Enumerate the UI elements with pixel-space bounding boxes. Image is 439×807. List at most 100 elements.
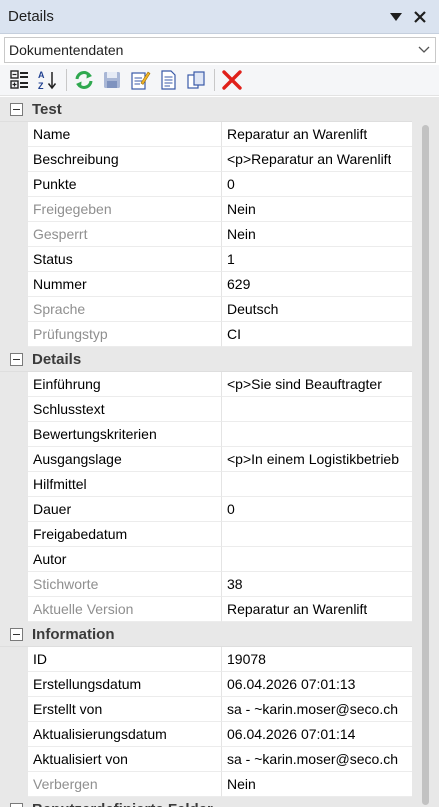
property-value[interactable]: 19078 xyxy=(222,647,412,672)
row-gutter xyxy=(0,122,28,147)
delete-button[interactable] xyxy=(220,68,244,92)
category-header[interactable]: Information xyxy=(0,622,439,647)
row-gutter xyxy=(0,297,28,322)
row-gutter xyxy=(0,722,28,747)
property-row[interactable]: Aktualisierungsdatum 06.04.2026 07:01:14 xyxy=(0,722,439,747)
property-value[interactable]: 38 xyxy=(222,572,412,597)
edit-button[interactable] xyxy=(128,68,152,92)
property-row[interactable]: Aktualisiert von sa - ~karin.moser@seco.c… xyxy=(0,747,439,772)
property-row[interactable]: Freigabedatum xyxy=(0,522,439,547)
property-value[interactable]: 0 xyxy=(222,497,412,522)
property-name: Bewertungskriterien xyxy=(28,422,222,447)
close-button[interactable] xyxy=(411,8,429,26)
property-name: Aktualisiert von xyxy=(28,747,222,772)
property-value[interactable]: 06.04.2026 07:01:13 xyxy=(222,672,412,697)
collapse-icon[interactable] xyxy=(10,802,23,807)
property-value[interactable]: Reparatur an Warenlift xyxy=(222,122,412,147)
row-gutter xyxy=(0,647,28,672)
property-value[interactable]: sa - ~karin.moser@seco.ch xyxy=(222,747,412,772)
property-row[interactable]: Einführung <p>Sie sind Beauftragter xyxy=(0,372,439,397)
vertical-scrollbar[interactable] xyxy=(412,97,439,807)
property-value[interactable]: CI xyxy=(222,322,412,347)
property-value[interactable] xyxy=(222,522,412,547)
copy-button[interactable] xyxy=(184,68,208,92)
property-name: Beschreibung xyxy=(28,147,222,172)
toolbar-separator xyxy=(66,69,67,91)
property-value[interactable]: sa - ~karin.moser@seco.ch xyxy=(222,697,412,722)
collapse-icon[interactable] xyxy=(10,627,23,641)
property-row[interactable]: Ausgangslage <p>In einem Logistikbetrieb xyxy=(0,447,439,472)
edit-icon xyxy=(131,71,151,90)
property-value[interactable]: 0 xyxy=(222,172,412,197)
row-gutter xyxy=(0,472,28,497)
property-row[interactable]: ID 19078 xyxy=(0,647,439,672)
row-gutter xyxy=(0,497,28,522)
property-row[interactable]: Hilfmittel xyxy=(0,472,439,497)
categorized-button[interactable] xyxy=(8,68,32,92)
property-name: Stichworte xyxy=(28,572,222,597)
category-header[interactable]: Details xyxy=(0,347,439,372)
property-value[interactable]: 629 xyxy=(222,272,412,297)
property-name: Erstellungsdatum xyxy=(28,672,222,697)
property-row[interactable]: Aktuelle Version Reparatur an Warenlift xyxy=(0,597,439,622)
property-row[interactable]: Verbergen Nein xyxy=(0,772,439,797)
property-row[interactable]: Autor xyxy=(0,547,439,572)
category-header[interactable]: Benutzerdefinierte Felder xyxy=(0,797,439,807)
refresh-button[interactable] xyxy=(72,68,96,92)
property-value[interactable]: Deutsch xyxy=(222,297,412,322)
property-value[interactable]: Nein xyxy=(222,197,412,222)
property-value[interactable]: <p>Reparatur an Warenlift xyxy=(222,147,412,172)
property-row[interactable]: Beschreibung <p>Reparatur an Warenlift xyxy=(0,147,439,172)
svg-text:A: A xyxy=(38,70,45,80)
property-row[interactable]: Gesperrt Nein xyxy=(0,222,439,247)
sort-alpha-button[interactable]: A Z xyxy=(36,68,60,92)
category-header[interactable]: Test xyxy=(0,97,439,122)
property-value-text: Reparatur an Warenlift xyxy=(227,126,368,142)
property-row[interactable]: Schlusstext xyxy=(0,397,439,422)
property-row[interactable]: Sprache Deutsch xyxy=(0,297,439,322)
property-value[interactable] xyxy=(222,472,412,497)
category-label: Information xyxy=(32,625,115,643)
property-row[interactable]: Freigegeben Nein xyxy=(0,197,439,222)
property-row[interactable]: Nummer 629 xyxy=(0,272,439,297)
property-value[interactable] xyxy=(222,422,412,447)
property-name: Sprache xyxy=(28,297,222,322)
dropdown-arrow-icon xyxy=(390,12,402,21)
property-value[interactable]: Nein xyxy=(222,772,412,797)
property-row[interactable]: Erstellt von sa - ~karin.moser@seco.ch xyxy=(0,697,439,722)
scrollbar-thumb[interactable] xyxy=(422,125,429,805)
property-row[interactable]: Dauer 0 xyxy=(0,497,439,522)
property-row[interactable]: Prüfungstyp CI xyxy=(0,322,439,347)
document-button[interactable] xyxy=(156,68,180,92)
property-value[interactable]: <p>In einem Logistikbetrieb xyxy=(222,447,412,472)
property-value-text: Deutsch xyxy=(227,301,279,317)
property-value[interactable]: 1 xyxy=(222,247,412,272)
property-name: Freigabedatum xyxy=(28,522,222,547)
property-row[interactable]: Bewertungskriterien xyxy=(0,422,439,447)
property-value[interactable]: <p>Sie sind Beauftragter xyxy=(222,372,412,397)
row-gutter xyxy=(0,197,28,222)
property-row[interactable]: Stichworte 38 xyxy=(0,572,439,597)
property-row[interactable]: Punkte 0 xyxy=(0,172,439,197)
property-value-text: <p>Reparatur an Warenlift xyxy=(227,151,392,167)
property-row[interactable]: Name Reparatur an Warenlift xyxy=(0,122,439,147)
sort-alpha-icon: A Z xyxy=(38,70,57,91)
row-gutter xyxy=(0,422,28,447)
property-row[interactable]: Status 1 xyxy=(0,247,439,272)
property-value[interactable] xyxy=(222,397,412,422)
property-value[interactable]: 06.04.2026 07:01:14 xyxy=(222,722,412,747)
property-row[interactable]: Erstellungsdatum 06.04.2026 07:01:13 xyxy=(0,672,439,697)
row-gutter xyxy=(0,397,28,422)
save-button[interactable] xyxy=(100,68,124,92)
property-value[interactable] xyxy=(222,547,412,572)
property-value[interactable]: Reparatur an Warenlift xyxy=(222,597,412,622)
property-name: Aktuelle Version xyxy=(28,597,222,622)
collapse-icon[interactable] xyxy=(10,352,23,366)
panel-title: Details xyxy=(8,8,54,25)
row-gutter xyxy=(0,147,28,172)
collapse-icon[interactable] xyxy=(10,102,23,116)
property-value[interactable]: Nein xyxy=(222,222,412,247)
panel-menu-button[interactable] xyxy=(387,8,405,26)
object-selector-dropdown[interactable]: Dokumentendaten xyxy=(4,37,436,63)
property-name: Punkte xyxy=(28,172,222,197)
